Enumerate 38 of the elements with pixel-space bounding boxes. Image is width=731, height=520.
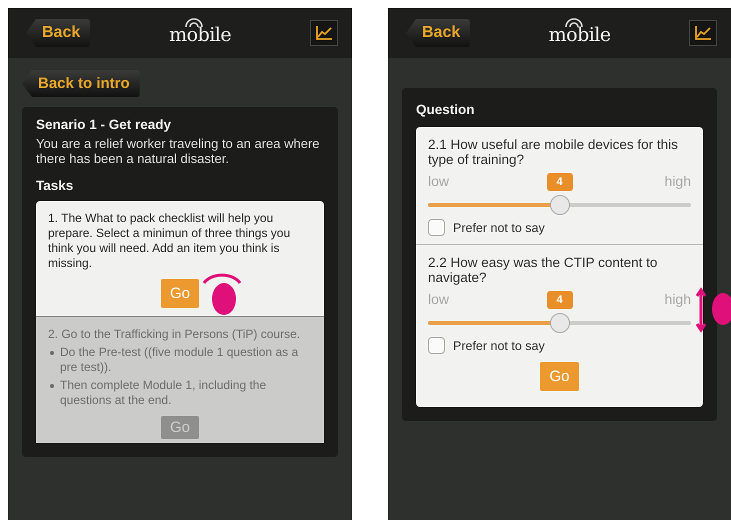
back-button[interactable]: Back [26,19,90,47]
bullet-icon [50,384,54,388]
checkbox[interactable] [428,337,445,354]
scale-low-label: low [428,291,450,309]
question-text: 2.1 How useful are mobile devices for this type of training? [428,137,679,167]
value-bubble: 4 [546,291,572,309]
scale-high-label: high [664,173,691,191]
app-logo: mobile [169,24,232,46]
back-to-intro-button[interactable]: Back to intro [22,70,140,97]
slider[interactable] [428,313,691,333]
scenario-title: Senario 1 - Get ready [36,117,172,132]
scenario-description: You are a relief worker traveling to an area where there has been a natural disaster. [36,136,321,166]
value-bubble: 4 [546,173,572,191]
chart-icon [314,25,333,41]
signal-arcs-icon [183,18,206,28]
app-logo: mobile [548,24,611,46]
checkbox-label: Prefer not to say [453,338,545,352]
task-text: 2. Go to the Trafficking in Persons (TiP) course. [48,327,302,342]
task-text: 1. The What to pack checklist will help you prepare. Select a minimun of three things you think you will need. Add an item you think is missing. [48,211,292,271]
back-button[interactable]: Back [406,19,470,47]
checkbox[interactable] [428,219,445,236]
card-title: Question [416,102,476,117]
task-bullet: Do the Pre-test ((five module 1 question as a pre test)). [60,345,300,375]
chart-button[interactable] [310,20,338,46]
tasks-heading: Tasks [36,178,74,193]
chart-button[interactable] [688,20,717,46]
scale-high-label: high [664,291,691,309]
slider-thumb[interactable] [550,313,570,333]
bullet-icon [50,351,54,355]
checkbox-label: Prefer not to say [453,220,545,234]
swipe-gesture-drawing [695,287,731,333]
chart-icon [694,25,712,41]
signal-arcs-icon [562,18,585,28]
slider-thumb[interactable] [550,195,570,215]
task-bullet: Then complete Module 1, including the questions at the end. [60,378,268,408]
question-text: 2.2 How easy was the CTIP content to navigate? [428,255,658,285]
slider[interactable] [428,195,691,215]
scale-low-label: low [428,173,450,191]
